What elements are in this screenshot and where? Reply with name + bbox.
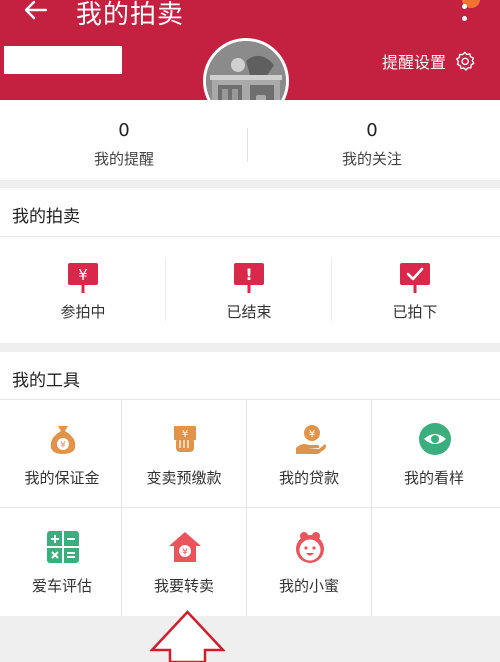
- svg-text:¥: ¥: [78, 266, 88, 284]
- svg-text:¥: ¥: [60, 441, 66, 451]
- gear-icon: [456, 51, 475, 71]
- tool-assistant[interactable]: 我的小蜜: [247, 508, 371, 616]
- stat-label: 我的关注: [341, 150, 402, 168]
- tool-label: 爱车评估: [31, 577, 92, 595]
- tool-prepayment[interactable]: ¥ 变卖预缴款: [122, 400, 246, 508]
- eye-icon: [419, 423, 451, 455]
- check-sign-icon: [400, 263, 430, 293]
- section-title: 我的工具: [12, 371, 80, 391]
- tool-label: 我要转卖: [153, 577, 214, 595]
- yen-sign-icon: ¥: [68, 263, 98, 293]
- stat-value: 0: [366, 120, 378, 141]
- page-title: 我的拍卖: [76, 0, 185, 30]
- assistant-face-icon: [296, 532, 324, 563]
- hand-coin-icon: ¥: [296, 425, 326, 454]
- remind-setting-label: 提醒设置: [382, 53, 447, 72]
- up-arrow-annotation-icon: [150, 610, 225, 662]
- auction-item-label: 已结束: [226, 303, 272, 321]
- tool-viewing[interactable]: 我的看样: [372, 400, 496, 508]
- tool-label: 我的保证金: [24, 469, 100, 487]
- stat-value: 0: [118, 120, 130, 141]
- more-vertical-icon[interactable]: [462, 0, 470, 24]
- stat-my-reminders[interactable]: 0 我的提醒: [0, 100, 248, 180]
- tool-resell[interactable]: ¥ 我要转卖: [122, 508, 246, 616]
- exclamation-sign-icon: !: [234, 263, 264, 293]
- tool-label: 变卖预缴款: [146, 469, 222, 487]
- hand-cash-icon: ¥: [174, 426, 196, 452]
- stat-label: 我的提醒: [93, 150, 154, 168]
- username-box: [4, 46, 122, 74]
- stats-panel: 0 我的提醒 0 我的关注: [0, 100, 500, 180]
- svg-text:!: !: [245, 265, 252, 284]
- house-yen-icon: ¥: [169, 532, 201, 562]
- auction-item-label: 已拍下: [392, 303, 438, 321]
- back-arrow-icon[interactable]: [22, 0, 50, 28]
- money-bag-icon: ¥: [50, 426, 76, 454]
- tool-car-evaluation[interactable]: 爱车评估: [0, 508, 124, 616]
- tool-label: 我的看样: [403, 469, 464, 487]
- svg-text:¥: ¥: [309, 429, 315, 440]
- auction-item-ended[interactable]: ! 已结束: [166, 237, 332, 343]
- calculator-icon: [47, 531, 79, 563]
- auction-item-ongoing[interactable]: ¥ 参拍中: [0, 237, 166, 343]
- remind-setting-button[interactable]: 提醒设置: [382, 50, 476, 72]
- auction-section: 我的拍卖 ¥ 参拍中 ! 已结束 已拍下: [0, 188, 500, 343]
- auction-item-label: 参拍中: [60, 303, 106, 321]
- tool-label: 我的小蜜: [278, 577, 339, 595]
- stat-my-follows[interactable]: 0 我的关注: [248, 100, 496, 180]
- section-title: 我的拍卖: [12, 207, 80, 227]
- tool-loan[interactable]: ¥ 我的贷款: [247, 400, 371, 508]
- tools-section: 我的工具 ¥ 我的保证金 ¥ 变卖预缴款 ¥ 我的贷款 我的看样 爱车评估 ¥ …: [0, 352, 500, 616]
- tool-deposit[interactable]: ¥ 我的保证金: [0, 400, 124, 508]
- auction-item-won[interactable]: 已拍下: [332, 237, 498, 343]
- svg-text:¥: ¥: [182, 548, 188, 558]
- tool-label: 我的贷款: [278, 469, 339, 487]
